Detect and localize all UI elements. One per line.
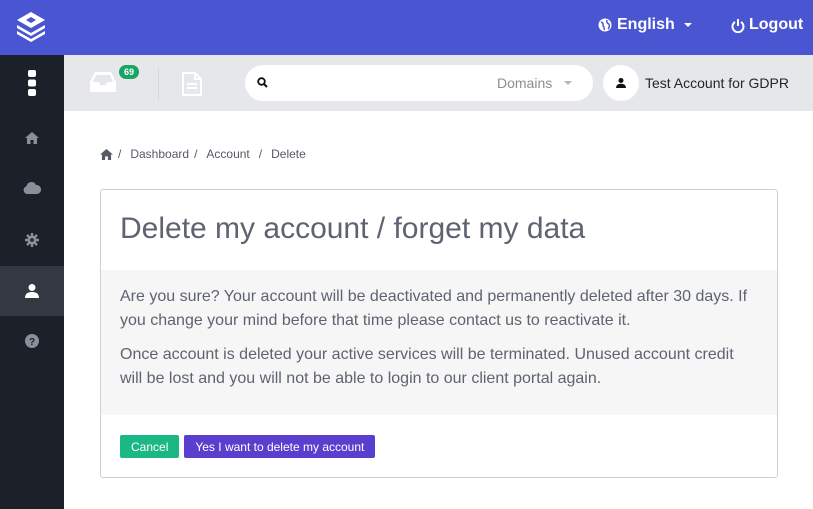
user-icon: [616, 78, 626, 88]
search-scope-dropdown[interactable]: Domains: [497, 75, 573, 91]
confirm-delete-button[interactable]: Yes I want to delete my account: [184, 435, 376, 458]
logout-label: Logout: [749, 16, 804, 33]
breadcrumb-separator: /: [118, 147, 122, 161]
search-scope-label: Domains: [497, 75, 553, 91]
search-input[interactable]: [275, 73, 485, 93]
warning-paragraph: Once account is deleted your active serv…: [120, 346, 734, 387]
breadcrumb-separator: /: [194, 147, 198, 161]
avatar: [603, 65, 639, 101]
cloud-icon: [23, 182, 41, 194]
top-navbar: English Logout: [0, 0, 813, 55]
breadcrumb-separator: /: [258, 147, 263, 161]
divider: [158, 67, 159, 101]
sidebar-item-home[interactable]: [0, 113, 64, 163]
help-icon: ?: [25, 334, 39, 348]
breadcrumb: / Dashboard / Account / Delete: [100, 147, 306, 161]
warning-text: Are you sure? Your account will be deact…: [101, 270, 777, 415]
gear-icon: [25, 233, 39, 247]
sidebar-item-cloud[interactable]: [0, 163, 64, 213]
breadcrumb-current: Delete: [271, 147, 306, 161]
inbox-button[interactable]: [90, 72, 116, 97]
breadcrumb-account[interactable]: Account: [206, 147, 249, 161]
sidebar-item-settings[interactable]: [0, 215, 64, 265]
account-name: Test Account for GDPR: [645, 75, 789, 91]
documents-button[interactable]: [182, 72, 202, 101]
secondary-toolbar: 69 Domains Test Account for GDPR: [64, 55, 813, 111]
svg-text:?: ?: [29, 337, 35, 348]
language-dropdown[interactable]: English: [598, 16, 692, 34]
power-icon: [731, 18, 745, 33]
breadcrumb-dashboard[interactable]: Dashboard: [130, 147, 189, 161]
globe-icon: [598, 18, 612, 32]
logo-icon[interactable]: [14, 10, 48, 44]
sidebar-menu-toggle[interactable]: [0, 55, 64, 111]
document-icon: [182, 72, 202, 96]
cancel-button[interactable]: Cancel: [120, 435, 180, 458]
page-title: Delete my account / forget my data: [120, 212, 586, 245]
user-icon: [25, 284, 39, 298]
more-vertical-icon: [28, 70, 36, 96]
language-label: English: [617, 16, 675, 33]
home-icon: [25, 132, 39, 144]
inbox-icon: [90, 72, 116, 92]
home-icon[interactable]: [100, 148, 113, 160]
logout-button[interactable]: Logout: [731, 16, 803, 34]
delete-account-card: Delete my account / forget my data Are y…: [100, 189, 778, 478]
account-menu[interactable]: Test Account for GDPR: [603, 65, 789, 101]
chevron-down-icon: [683, 23, 692, 27]
notification-badge: 69: [119, 65, 140, 79]
search-bar: Domains: [245, 65, 593, 101]
warning-paragraph: Are you sure? Your account will be deact…: [120, 288, 748, 329]
sidebar-item-help[interactable]: ?: [0, 316, 64, 366]
sidebar-item-account[interactable]: [0, 266, 64, 316]
sidebar: ?: [0, 55, 64, 509]
card-actions: Cancel Yes I want to delete my account: [120, 435, 376, 458]
chevron-down-icon: [564, 81, 573, 85]
search-icon: [257, 77, 268, 88]
